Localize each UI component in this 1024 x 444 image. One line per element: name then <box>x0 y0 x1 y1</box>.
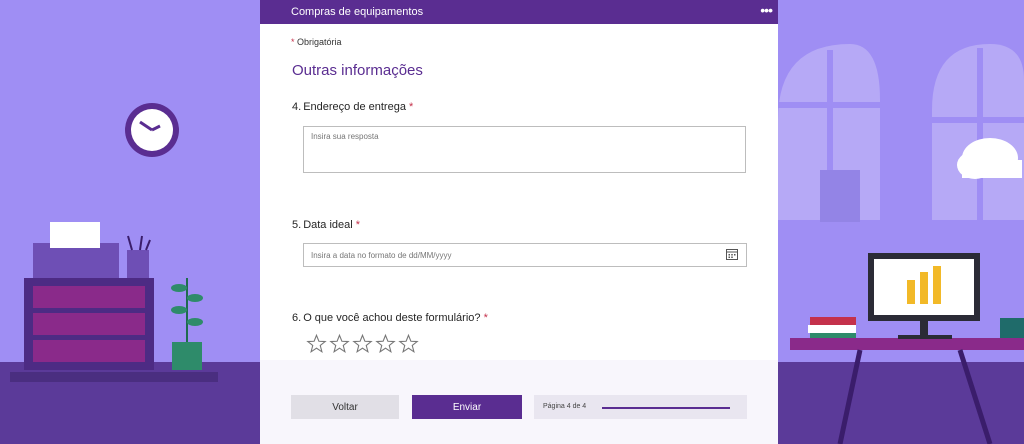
question-5-label: 5. Data ideal * <box>292 219 360 231</box>
ideal-date-placeholder: Insira a data no formato de dd/MM/yyyy <box>311 251 452 260</box>
question-text: Endereço de entrega <box>303 101 406 113</box>
form-card: Compras de equipamentos ••• * Obrigatóri… <box>260 0 778 444</box>
required-star: * <box>483 312 488 324</box>
calendar-icon[interactable] <box>726 248 738 260</box>
rating-stars <box>305 333 420 355</box>
progress-bar <box>602 407 730 409</box>
submit-button[interactable]: Enviar <box>412 395 522 419</box>
form-header-bar: Compras de equipamentos ••• <box>260 0 778 24</box>
star-icon[interactable] <box>374 333 397 355</box>
question-text: O que você achou deste formulário? <box>303 312 481 324</box>
question-4-label: 4. Endereço de entrega * <box>292 101 413 113</box>
page-progress: Página 4 de 4 <box>534 395 747 419</box>
required-note-text: Obrigatória <box>297 37 342 47</box>
star-icon[interactable] <box>351 333 374 355</box>
question-number: 5. <box>292 219 302 231</box>
back-button[interactable]: Voltar <box>291 395 399 419</box>
required-note: * Obrigatória <box>291 37 342 47</box>
delivery-address-input[interactable]: Insira sua resposta <box>303 126 746 173</box>
question-number: 4. <box>292 101 302 113</box>
section-title: Outras informações <box>292 62 423 79</box>
star-icon[interactable] <box>305 333 328 355</box>
question-text: Data ideal <box>303 219 353 231</box>
star-icon[interactable] <box>328 333 351 355</box>
required-star: * <box>291 37 295 47</box>
question-6-label: 6. O que você achou deste formulário? * <box>292 312 488 324</box>
more-options-icon[interactable]: ••• <box>760 2 773 18</box>
ideal-date-input[interactable]: Insira a data no formato de dd/MM/yyyy <box>303 243 747 267</box>
required-star: * <box>409 101 414 113</box>
required-star: * <box>355 219 361 231</box>
star-icon[interactable] <box>397 333 420 355</box>
form-title: Compras de equipamentos <box>291 6 424 18</box>
question-number: 6. <box>292 312 302 324</box>
page-progress-label: Página 4 de 4 <box>543 403 587 410</box>
delivery-address-placeholder: Insira sua resposta <box>311 132 379 141</box>
